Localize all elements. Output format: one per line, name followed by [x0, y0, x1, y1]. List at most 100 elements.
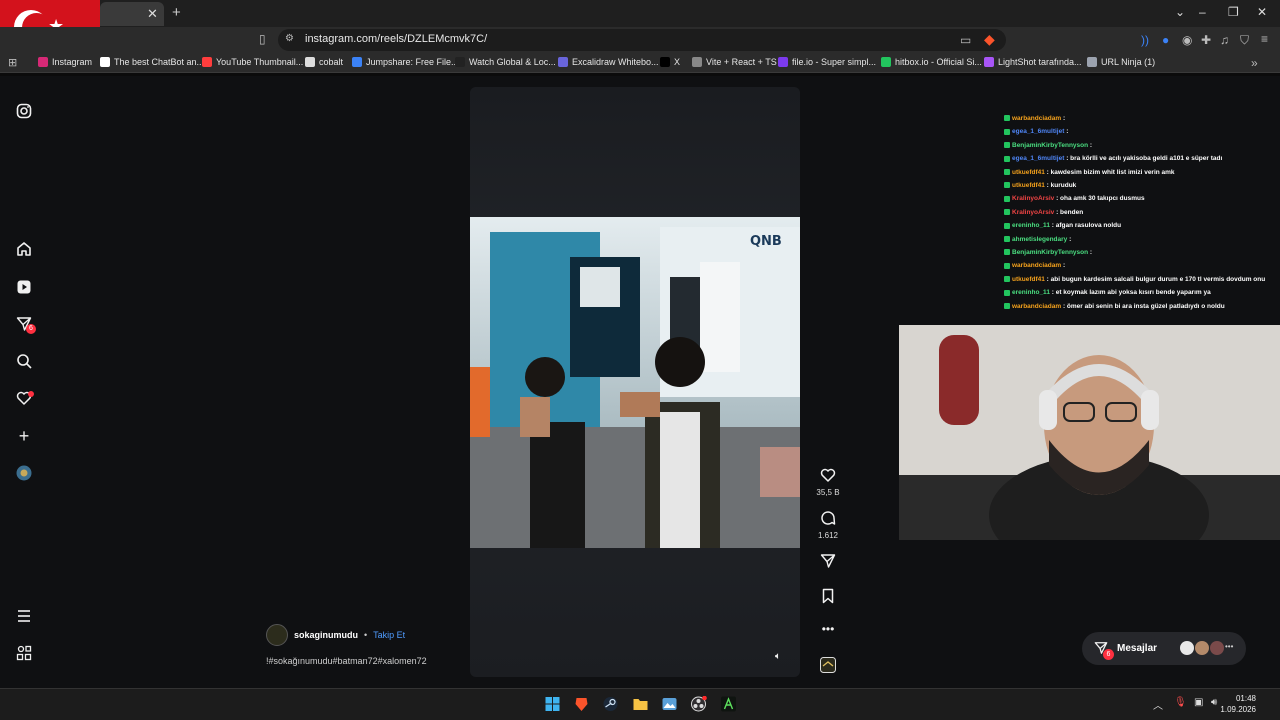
brave-browser-icon[interactable] [573, 696, 590, 712]
bookmark-item[interactable]: Vite + React + TS [692, 57, 777, 67]
bookmark-item[interactable]: YouTube Thumbnail... [202, 57, 303, 67]
contact-avatar-1[interactable] [1180, 641, 1194, 655]
chat-username[interactable]: KralinyoArsiv [1012, 209, 1054, 216]
system-clock[interactable]: 01:48 1.09.2026 [1220, 693, 1256, 715]
bookmark-item[interactable]: cobalt [305, 57, 343, 67]
bookmark-item[interactable]: Excalidraw Whitebo... [558, 57, 659, 67]
obs-icon[interactable] [690, 695, 707, 712]
bookmark-favicon-icon [455, 57, 465, 67]
file-explorer-icon[interactable] [632, 696, 649, 712]
speech-icon[interactable]: )) [1141, 33, 1149, 47]
profile-avatar[interactable] [16, 465, 32, 481]
cast-icon[interactable]: ▭ [960, 33, 971, 47]
microphone-icon[interactable]: 🎙︎ [1174, 697, 1187, 708]
like-heart-icon[interactable] [818, 467, 838, 488]
chat-username[interactable]: BenjaminKirbyTennyson [1012, 142, 1088, 149]
chat-message: BenjaminKirbyTennyson : [1004, 139, 1274, 152]
chat-text: : kawdesim bizim whit list imizi verin a… [1044, 168, 1175, 176]
contact-avatar-2[interactable] [1195, 641, 1209, 655]
tab-search-chevron-icon[interactable]: ⌄ [1175, 5, 1185, 19]
reel-author[interactable]: sokaginumudu • Takip Et [266, 624, 405, 646]
mute-toggle-icon[interactable]: 🔈︎ [775, 651, 781, 662]
bookmark-item[interactable]: hitbox.io - Official Si... [881, 57, 982, 67]
bookmark-favicon-icon [778, 57, 788, 67]
puzzle-icon[interactable]: ✚ [1201, 33, 1211, 47]
bookmark-item[interactable]: The best ChatBot an... [100, 57, 204, 67]
chat-message: warbandciadam : ömer abi senin bi ara in… [1004, 300, 1274, 313]
music-icon[interactable]: ♫ [1220, 33, 1229, 47]
display-icon[interactable]: ▣ [1194, 697, 1203, 708]
bookmark-label: YouTube Thumbnail... [216, 57, 304, 67]
bookmark-item[interactable]: Watch Global & Loc... [455, 57, 556, 67]
chat-username[interactable]: warbandciadam [1012, 303, 1061, 310]
home-icon[interactable] [16, 241, 32, 257]
chat-text: : [1088, 249, 1093, 257]
minimize-icon[interactable]: – [1199, 5, 1206, 19]
bookmark-page-icon[interactable]: ▯ [259, 32, 266, 46]
wallet-icon[interactable]: ⛉ [1240, 33, 1249, 48]
windows-start-icon[interactable] [544, 696, 561, 712]
chat-username[interactable]: utkuefdf41 [1012, 276, 1045, 283]
chat-message: BenjaminKirbyTennyson : [1004, 246, 1274, 259]
chat-username[interactable]: egea_1_6multijet [1012, 155, 1064, 162]
reels-icon[interactable] [16, 279, 32, 295]
site-info-icon[interactable]: ⚙ [285, 33, 294, 44]
reel-video[interactable]: QNB [470, 217, 800, 548]
chat-message: utkuefdf41 : abi bugun kardesim salcali … [1004, 273, 1274, 286]
url-text[interactable]: instagram.com/reels/DZLEMcmvk7C/ [305, 33, 487, 45]
new-tab-button[interactable]: + [172, 4, 181, 21]
search-icon[interactable] [16, 353, 32, 369]
create-plus-icon[interactable]: + [16, 427, 32, 445]
photos-app-icon[interactable] [661, 696, 678, 712]
author-username[interactable]: sokaginumudu [294, 630, 358, 640]
chat-text: : afgan rasulova noldu [1049, 222, 1122, 230]
chat-username[interactable]: ereninho_11 [1012, 289, 1050, 296]
more-menu-icon[interactable] [16, 608, 32, 624]
bookmark-item[interactable]: X [660, 57, 680, 67]
chat-username[interactable]: ereninho_11 [1012, 222, 1050, 229]
apps-grid-icon[interactable]: ⊞ [8, 56, 17, 69]
chat-username[interactable]: utkuefdf41 [1012, 182, 1045, 189]
bookmarks-overflow-icon[interactable]: » [1251, 56, 1258, 70]
tab-close-icon[interactable]: ✕ [147, 6, 158, 22]
terminal-app-icon[interactable] [720, 696, 737, 712]
bookmark-item[interactable]: URL Ninja (1) [1087, 57, 1155, 67]
also-from-meta-icon[interactable] [16, 645, 32, 661]
instagram-logo-icon[interactable] [16, 103, 32, 119]
steam-icon[interactable] [602, 696, 619, 712]
share-icon[interactable] [818, 553, 838, 574]
chat-message: warbandciadam : [1004, 112, 1274, 125]
chat-username[interactable]: ahmetislegendary [1012, 236, 1067, 243]
more-options-icon[interactable]: ••• [818, 622, 838, 636]
bookmark-item[interactable]: file.io - Super simpl... [778, 57, 876, 67]
chat-message: egea_1_6multijet : bra körlli ve acılı y… [1004, 152, 1274, 165]
chat-badge-icon [1004, 262, 1010, 269]
close-window-icon[interactable]: ✕ [1257, 5, 1267, 19]
contact-avatar-3[interactable] [1210, 641, 1224, 655]
tray-overflow-icon[interactable]: ︿ [1153, 697, 1163, 712]
chat-username[interactable]: egea_1_6multijet [1012, 128, 1064, 135]
messages-label[interactable]: Mesajlar [1117, 643, 1157, 654]
chat-username[interactable]: warbandciadam [1012, 115, 1061, 122]
comment-icon[interactable] [818, 510, 838, 531]
chat-username[interactable]: BenjaminKirbyTennyson [1012, 249, 1088, 256]
menu-icon[interactable]: ≡ [1261, 32, 1268, 46]
brave-shield-icon[interactable]: ◆ [984, 31, 995, 48]
bookmark-item[interactable]: Instagram [38, 57, 92, 67]
bookmark-item[interactable]: Jumpshare: Free File... [352, 57, 459, 67]
chat-username[interactable]: warbandciadam [1012, 262, 1061, 269]
extension-icon[interactable]: ◉ [1182, 33, 1192, 47]
save-bookmark-icon[interactable] [818, 588, 838, 609]
volume-icon[interactable]: 🔊︎ [1211, 697, 1217, 708]
chat-username[interactable]: KralinyoArsiv [1012, 195, 1054, 202]
audio-thumbnail[interactable] [818, 657, 838, 678]
chat-badge-icon [1004, 235, 1010, 242]
chat-message: utkuefdf41 : kuruduk [1004, 179, 1274, 192]
follow-button[interactable]: Takip Et [373, 630, 405, 640]
extension-blue-icon[interactable]: ● [1162, 33, 1169, 47]
author-avatar[interactable] [266, 624, 288, 646]
bookmark-item[interactable]: LightShot tarafında... [984, 57, 1082, 67]
chat-username[interactable]: utkuefdf41 [1012, 169, 1045, 176]
more-contacts-icon[interactable]: ••• [1225, 642, 1233, 651]
maximize-icon[interactable]: ❐ [1228, 5, 1239, 19]
